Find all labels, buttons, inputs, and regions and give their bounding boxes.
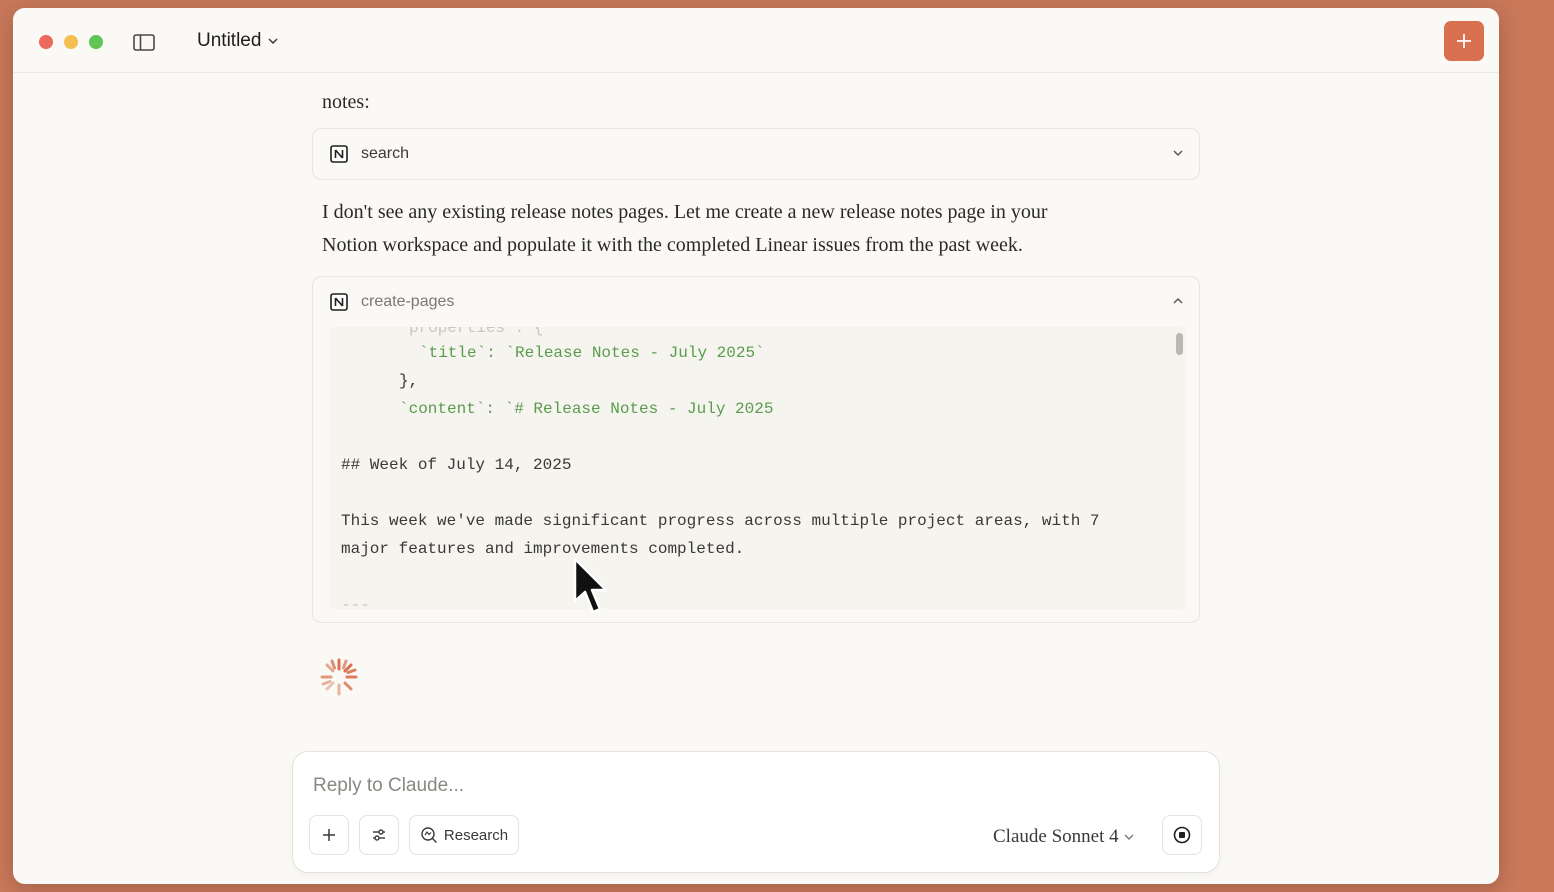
code-line: `content`: `# Release Notes - July 2025: [399, 400, 774, 418]
app-window: Untitled notes: search I don't see any e…: [13, 8, 1499, 884]
code-line: ---: [341, 596, 370, 609]
model-name: Claude Sonnet 4: [993, 826, 1119, 847]
scrollbar-thumb[interactable]: [1176, 333, 1183, 355]
reply-input[interactable]: [311, 770, 1115, 802]
stop-icon: [1173, 826, 1191, 844]
close-window-button[interactable]: [39, 35, 53, 49]
code-output[interactable]: properties : { `title`: `Release Notes -…: [329, 327, 1185, 609]
tools-settings-button[interactable]: [359, 815, 399, 855]
tool-call-header[interactable]: create-pages: [313, 277, 1199, 327]
assistant-text-line: Notion workspace and populate it with th…: [322, 234, 1023, 256]
reply-composer: Research Claude Sonnet 4: [292, 751, 1220, 873]
assistant-text: notes:: [322, 91, 370, 113]
code-line: This week we've made significant progres…: [341, 512, 1100, 530]
mouse-cursor-icon: [573, 557, 608, 614]
add-attachment-button[interactable]: [309, 815, 349, 855]
tool-name: create-pages: [361, 293, 455, 310]
plus-icon: [323, 829, 335, 841]
notion-icon: [330, 145, 348, 163]
tool-name: search: [361, 145, 410, 162]
stop-generation-button[interactable]: [1162, 815, 1202, 855]
loading-spinner-icon: [320, 658, 358, 696]
sliders-icon: [373, 829, 385, 841]
research-button[interactable]: Research: [409, 815, 519, 855]
title-bar: Untitled: [13, 8, 1499, 73]
research-label: Research: [443, 826, 509, 844]
model-selector[interactable]: Claude Sonnet 4: [993, 826, 1135, 848]
code-line: },: [399, 372, 419, 390]
tool-call-search[interactable]: search: [312, 128, 1200, 180]
notion-icon: [330, 293, 348, 311]
new-chat-button[interactable]: [1444, 21, 1484, 61]
code-line: `title`: `Release Notes - July 2025`: [419, 344, 765, 362]
chevron-down-icon[interactable]: [1171, 146, 1185, 160]
zoom-window-button[interactable]: [89, 35, 103, 49]
sidebar-toggle-icon[interactable]: [133, 34, 155, 51]
code-line: major features and improvements complete…: [341, 540, 745, 558]
plus-icon: [1457, 34, 1471, 48]
chevron-up-icon[interactable]: [1171, 294, 1185, 308]
code-line: ## Week of July 14, 2025: [341, 456, 572, 474]
assistant-message: I don't see any existing release notes p…: [322, 196, 1048, 262]
tool-call-create-pages[interactable]: create-pages properties : { `title`: `Re…: [312, 276, 1200, 623]
chevron-down-icon: [268, 38, 278, 45]
conversation-title: Untitled: [197, 30, 262, 51]
conversation-title-menu[interactable]: Untitled: [197, 30, 279, 52]
minimize-window-button[interactable]: [64, 35, 78, 49]
assistant-text-line: I don't see any existing release notes p…: [322, 201, 1048, 223]
chevron-down-icon: [1124, 834, 1134, 840]
research-search-icon: [421, 827, 437, 843]
tool-call-header[interactable]: search: [313, 129, 1199, 179]
